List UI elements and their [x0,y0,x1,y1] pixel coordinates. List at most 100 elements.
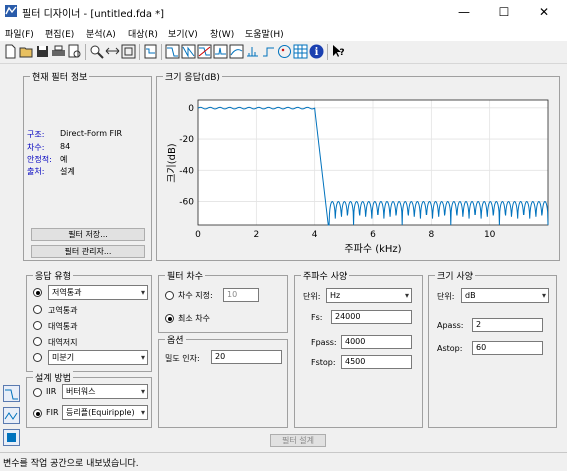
iir-method-value: 버터워스 [66,387,96,396]
filter-order-title: 필터 차수 [165,269,205,282]
iir-method-select[interactable]: 버터워스 ▾ [62,384,148,399]
menu-targets[interactable]: 대상(R) [128,27,158,40]
iir-radio[interactable] [33,388,42,397]
fpass-input[interactable]: 4000 [341,335,412,349]
minimize-button[interactable]: — [444,0,484,24]
magnitude-response-chart: 0 2 4 6 8 10 0 -20 -40 -60 주파수 (kHz) 크기(dB) [166,99,549,255]
order-value: 84 [60,142,71,151]
fir-method-select[interactable]: 등리플(Equiripple) ▾ [62,405,148,420]
filter-specs-icon[interactable] [143,44,158,59]
fs-label: Fs: [311,313,323,322]
mag-phase-icon[interactable] [197,44,212,59]
svg-text:?: ? [339,48,344,58]
mag-units-label: 단위: [437,292,455,301]
status-bar: 변수를 작업 공간으로 내보냈습니다. [0,452,567,471]
mag-units-value: dB [465,291,476,300]
menu-file[interactable]: 파일(F) [5,27,34,40]
fstop-label: Fstop: [311,358,336,367]
structure-value: Direct-Form FIR [60,129,123,138]
impulse-response-icon[interactable] [245,44,260,59]
menu-help[interactable]: 도움말(H) [245,27,284,40]
transform-filter-side-icon[interactable] [3,407,20,424]
response-type-title: 응답 유형 [33,269,73,282]
y-tick-label: -40 [179,166,194,176]
new-icon[interactable] [3,44,18,59]
group-delay-icon[interactable] [213,44,228,59]
differentiator-label: 미분기 [52,353,75,362]
specify-order-label: 차수 지정: [178,291,213,300]
bandpass-radio[interactable] [33,321,42,330]
menu-analysis[interactable]: 분석(A) [86,27,116,40]
whats-this-icon[interactable]: ? [331,44,346,59]
step-response-icon[interactable] [261,44,276,59]
x-tick-label: 0 [195,230,201,240]
fir-method-value: 등리플(Equiripple) [66,408,135,417]
fir-radio[interactable] [33,409,42,418]
x-tick-label: 4 [312,230,318,240]
svg-text:i: i [315,47,319,58]
x-axis-label: 주파수 (kHz) [344,243,401,255]
phase-delay-icon[interactable] [229,44,244,59]
chevron-down-icon: ▾ [140,408,145,417]
x-tick-label: 8 [428,230,434,240]
options-title: 옵션 [165,333,186,346]
print-icon[interactable] [51,44,66,59]
magnitude-response-icon[interactable] [165,44,180,59]
open-icon[interactable] [19,44,34,59]
title-bar: 필터 디자이너 - [untitled.fda *] — ☐ ✕ [0,0,567,24]
fs-input[interactable]: 24000 [331,310,412,324]
filter-manager-button[interactable]: 필터 관리자... [31,245,145,258]
design-filter-button[interactable]: 필터 설계 [270,434,326,447]
menu-view[interactable]: 보기(V) [168,27,198,40]
zoom-x-icon[interactable] [105,44,120,59]
fstop-input[interactable]: 4500 [341,355,412,369]
pole-zero-icon[interactable] [277,44,292,59]
coefficients-icon[interactable] [293,44,308,59]
store-filter-button[interactable]: 필터 저장... [31,228,145,241]
menu-window[interactable]: 창(W) [210,27,234,40]
iir-label: IIR [46,387,57,396]
zoom-in-icon[interactable] [89,44,104,59]
specify-order-input[interactable]: 10 [223,288,259,302]
bandstop-radio[interactable] [33,337,42,346]
maximize-button[interactable]: ☐ [484,0,524,24]
stable-label: 안정적: [27,155,52,164]
source-label: 출처: [27,167,45,176]
menu-edit[interactable]: 편집(E) [45,27,74,40]
full-view-icon[interactable] [121,44,136,59]
structure-label: 구조: [27,130,45,139]
astop-input[interactable]: 60 [472,341,543,355]
frequency-specs-panel: 주파수 사양 단위: Hz ▾ Fs: 24000 Fpass: 4000 Fst… [294,269,423,428]
differentiator-radio[interactable] [33,353,42,362]
close-button[interactable]: ✕ [524,0,564,24]
chevron-down-icon: ▾ [140,288,145,297]
app-icon [5,5,17,17]
mag-units-select[interactable]: dB ▾ [461,288,549,303]
filter-info-icon[interactable]: i [309,44,324,59]
magnitude-response-title: 크기 응답(dB) [163,70,222,83]
magnitude-specs-title: 크기 사양 [435,269,475,282]
highpass-radio[interactable] [33,305,42,314]
chevron-down-icon: ▾ [140,353,145,362]
realize-model-side-icon[interactable] [3,429,20,446]
density-factor-input[interactable]: 20 [211,350,282,364]
save-icon[interactable] [35,44,50,59]
options-panel: 옵션 밀도 인자: 20 [158,333,288,428]
freq-units-select[interactable]: Hz ▾ [326,288,412,303]
toolbar: i ? [0,41,567,64]
y-tick-label: -60 [179,198,194,208]
fpass-label: Fpass: [311,338,337,347]
minimum-order-radio[interactable] [165,314,174,323]
apass-input[interactable]: 2 [472,318,543,332]
astop-label: Astop: [437,344,463,353]
differentiator-select[interactable]: 미분기 ▾ [48,350,148,365]
phase-response-icon[interactable] [181,44,196,59]
design-method-title: 설계 방법 [33,371,73,384]
print-preview-icon[interactable] [67,44,82,59]
lowpass-select[interactable]: 저역통과 ▾ [48,285,148,300]
specify-order-radio[interactable] [165,291,174,300]
density-factor-label: 밀도 인자: [165,354,200,363]
design-filter-side-icon[interactable] [3,385,20,402]
lowpass-radio[interactable] [33,288,42,297]
bandpass-label: 대역통과 [48,322,78,331]
